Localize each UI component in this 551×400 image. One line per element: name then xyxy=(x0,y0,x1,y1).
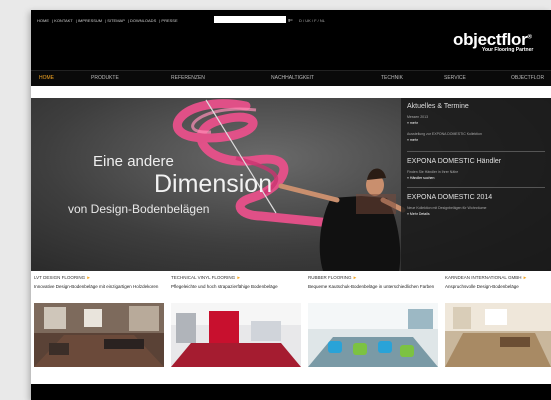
util-link-downloads[interactable]: DOWNLOADS xyxy=(130,18,156,23)
arrow-right-icon: ► xyxy=(236,275,241,280)
tile-description: Innovative Design-Bodenbeläge mit einzig… xyxy=(34,284,159,289)
util-link-home[interactable]: HOME xyxy=(37,18,49,23)
tile-title-text: RUBBER FLOORING xyxy=(308,275,352,280)
tile-image-lvt xyxy=(34,303,164,367)
tile-image-rubber xyxy=(308,303,438,367)
tile-title: TECHNICAL VINYL FLOORING ► xyxy=(171,275,241,280)
nav-item-produkte[interactable]: PRODUKTE xyxy=(91,75,119,81)
arrow-right-icon: ► xyxy=(352,275,358,280)
tile-description: Anspruchsvolle Design-Bodenbeläge xyxy=(445,284,519,289)
tile-image-karndean xyxy=(445,303,551,367)
arrow-right-icon: ► xyxy=(86,275,91,280)
header-bar: HOME | KONTAKT | IMPRESSUM | SITEMAP | DOWNL… xyxy=(31,10,551,70)
product-tile-technical-vinyl[interactable]: TECHNICAL VINYL FLOORING ► Pflegeleichte… xyxy=(168,273,304,373)
logo-tagline: Your Flooring Partner xyxy=(482,47,534,53)
news-item1-text: Messen 2013 xyxy=(407,115,429,119)
nav-item-objectflor[interactable]: OBJECTFLOR xyxy=(511,75,544,81)
main-nav: HOME PRODUKTE REFERENZEN NACHHALTIGKEIT … xyxy=(31,70,551,86)
tile-description: Pflegeleichte und hoch strapazierfähige … xyxy=(171,284,278,289)
news-item4-text: Neue Kollektion mit Designbelägen für Wo… xyxy=(407,206,487,210)
footer-bar xyxy=(31,384,551,400)
news-item3-text: Finden Sie Händler in Ihrer Nähe xyxy=(407,170,459,174)
news-item2-text: Ausstellung zur EXPONA DOMESTIC Kollekti… xyxy=(407,132,482,136)
hero-headline-line2: Dimension xyxy=(154,170,273,198)
news-title: Aktuelles & Termine xyxy=(407,103,469,110)
nav-item-technik[interactable]: TECHNIK xyxy=(381,75,403,81)
product-tile-karndean[interactable]: KARNDEAN INTERNATIONAL GMBH ► Anspruchsv… xyxy=(442,273,551,373)
arrow-right-icon: ► xyxy=(522,275,528,280)
utility-nav: HOME | KONTAKT | IMPRESSUM | SITEMAP | DOWNL… xyxy=(37,18,178,23)
util-link-impressum[interactable]: IMPRESSUM xyxy=(78,18,102,23)
tile-title-text: TECHNICAL VINYL FLOORING xyxy=(171,275,236,280)
nav-item-home[interactable]: HOME xyxy=(39,75,54,81)
search-input[interactable] xyxy=(214,16,286,23)
news-item3-heading[interactable]: EXPONA DOMESTIC Händler xyxy=(407,158,501,165)
language-selector[interactable]: D / UK / F / NL xyxy=(299,18,325,23)
tile-title: RUBBER FLOORING ► xyxy=(308,275,357,280)
news-divider xyxy=(407,151,545,152)
nav-item-service[interactable]: SERVICE xyxy=(444,75,466,81)
news-item1-more-link[interactable]: » mehr xyxy=(407,121,418,125)
search-button[interactable]: go xyxy=(288,17,292,22)
tile-title-text: KARNDEAN INTERNATIONAL GMBH xyxy=(445,275,522,280)
tile-title: KARNDEAN INTERNATIONAL GMBH ► xyxy=(445,275,527,280)
hero-headline-line3: von Design-Bodenbelägen xyxy=(68,202,210,216)
product-tile-rubber[interactable]: RUBBER FLOORING ► Bequeme Kautschuk-Bode… xyxy=(305,273,441,373)
news-item3-more-link[interactable]: » Händler suchen xyxy=(407,176,434,180)
browser-page: HOME | KONTAKT | IMPRESSUM | SITEMAP | DOWNL… xyxy=(31,10,551,400)
util-link-presse[interactable]: PRESSE xyxy=(161,18,177,23)
util-link-sitemap[interactable]: SITEMAP xyxy=(107,18,125,23)
util-link-kontakt[interactable]: KONTAKT xyxy=(54,18,73,23)
news-divider xyxy=(407,187,545,188)
news-item4-more-link[interactable]: » Mehr Details xyxy=(407,212,430,216)
tile-title: LVT DESIGN FLOORING ► xyxy=(34,275,91,280)
product-tile-lvt[interactable]: LVT DESIGN FLOORING ► Innovative Design-… xyxy=(31,273,167,373)
news-item2-more-link[interactable]: » mehr xyxy=(407,138,418,142)
tile-image-technical-vinyl xyxy=(171,303,301,367)
news-item4-heading[interactable]: EXPONA DOMESTIC 2014 xyxy=(407,194,492,201)
nav-item-nachhaltigkeit[interactable]: NACHHALTIGKEIT xyxy=(271,75,314,81)
hero-headline-line1: Eine andere xyxy=(93,153,174,170)
tile-description: Bequeme Kautschuk-Bodenbeläge in untersc… xyxy=(308,284,435,289)
nav-item-referenzen[interactable]: REFERENZEN xyxy=(171,75,205,81)
tile-title-text: LVT DESIGN FLOORING xyxy=(34,275,86,280)
news-panel: Aktuelles & Termine Messen 2013 » mehr A… xyxy=(401,98,551,271)
